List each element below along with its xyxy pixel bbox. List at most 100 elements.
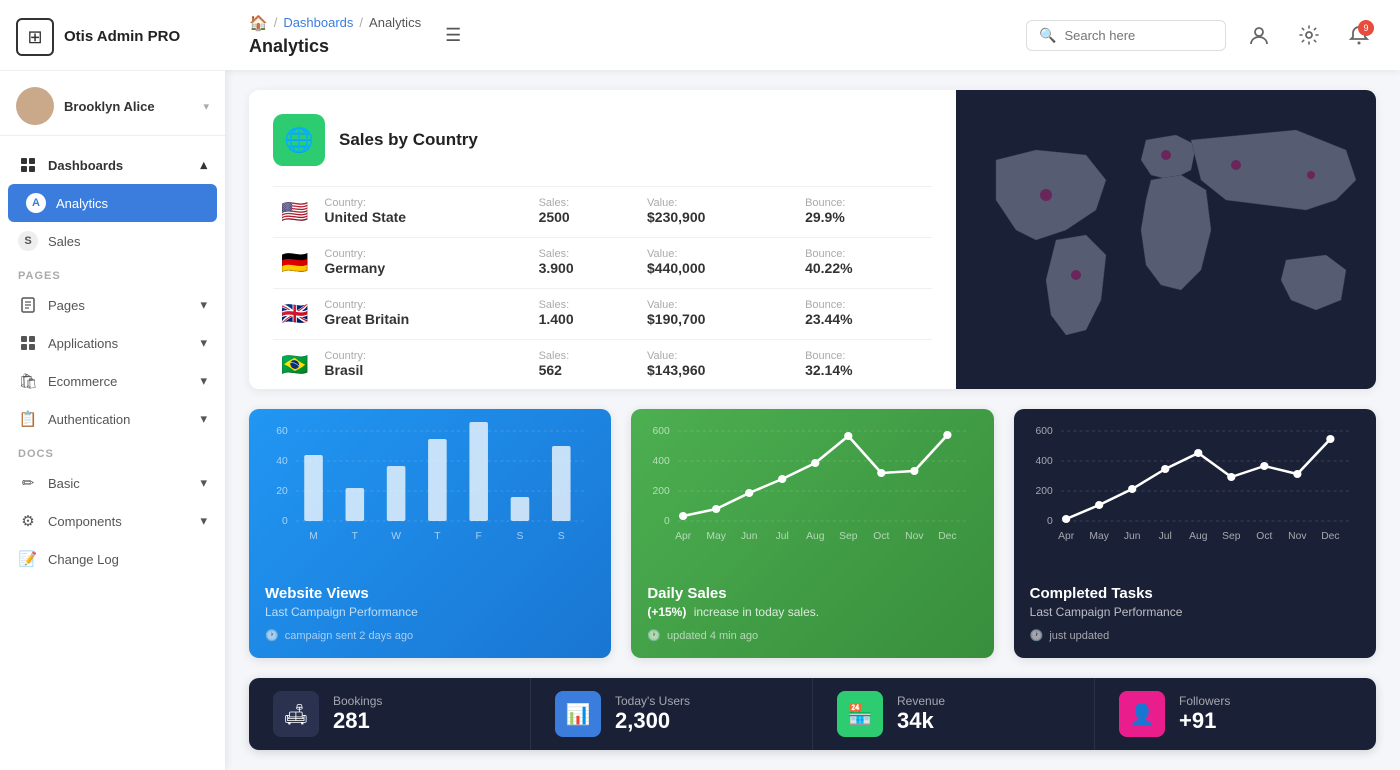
breadcrumb-sep1: / bbox=[274, 15, 278, 30]
sidebar-item-changelog[interactable]: 📝 Change Log bbox=[0, 540, 225, 578]
daily-sales-title: Daily Sales bbox=[647, 585, 977, 602]
website-views-meta: 🕐 campaign sent 2 days ago bbox=[265, 629, 595, 642]
today_users-stat-text: Today's Users 2,300 bbox=[615, 694, 690, 734]
sidebar-item-applications[interactable]: Applications ▾ bbox=[0, 324, 225, 362]
breadcrumb-dashboards[interactable]: Dashboards bbox=[283, 15, 353, 30]
svg-text:Jul: Jul bbox=[1158, 531, 1171, 542]
changelog-label: Change Log bbox=[48, 552, 207, 567]
revenue-stat-icon: 🏪 bbox=[837, 691, 883, 737]
user-account-icon[interactable] bbox=[1242, 18, 1276, 52]
sidebar-item-ecommerce[interactable]: 🛍 Ecommerce ▾ bbox=[0, 362, 225, 400]
completed-tasks-subtitle: Last Campaign Performance bbox=[1030, 605, 1360, 619]
sidebar-item-components[interactable]: ⚙ Components ▾ bbox=[0, 502, 225, 540]
applications-label: Applications bbox=[48, 336, 190, 351]
svg-text:May: May bbox=[707, 531, 727, 542]
sidebar-item-dashboards[interactable]: Dashboards ▴ bbox=[0, 146, 225, 184]
sidebar-item-pages[interactable]: Pages ▾ bbox=[0, 286, 225, 324]
svg-text:Nov: Nov bbox=[1288, 531, 1307, 542]
dashboards-icon bbox=[18, 155, 38, 175]
notification-badge: 9 bbox=[1358, 20, 1374, 36]
country-table-row: 🇺🇸 Country: United State Sales: 2500 Val… bbox=[273, 187, 932, 238]
svg-text:200: 200 bbox=[653, 486, 671, 497]
svg-text:Apr: Apr bbox=[675, 531, 692, 542]
bookings-stat-value: 281 bbox=[333, 708, 382, 734]
svg-text:S: S bbox=[558, 531, 565, 542]
svg-text:0: 0 bbox=[1047, 516, 1053, 527]
analytics-icon: A bbox=[26, 193, 46, 213]
svg-text:60: 60 bbox=[276, 426, 288, 437]
daily-sales-meta-text: updated 4 min ago bbox=[667, 630, 758, 642]
menu-icon[interactable]: ☰ bbox=[445, 25, 461, 46]
followers-stat-value: +91 bbox=[1179, 708, 1230, 734]
search-input[interactable] bbox=[1064, 28, 1204, 43]
components-icon: ⚙ bbox=[18, 511, 38, 531]
svg-text:400: 400 bbox=[1035, 456, 1053, 467]
stat-item-bookings: 🛋 Bookings 281 bbox=[249, 678, 531, 750]
svg-text:Jun: Jun bbox=[1124, 531, 1141, 542]
pages-icon bbox=[18, 295, 38, 315]
authentication-chevron-icon: ▾ bbox=[200, 411, 207, 427]
website-views-subtitle: Last Campaign Performance bbox=[265, 605, 595, 619]
settings-icon[interactable] bbox=[1292, 18, 1326, 52]
clock-icon-sales: 🕐 bbox=[647, 629, 661, 642]
daily-sales-info: Daily Sales (+15%) increase in today sal… bbox=[631, 569, 993, 658]
avatar bbox=[16, 87, 54, 125]
sidebar-nav: Dashboards ▴ A Analytics S Sales Pages P… bbox=[0, 136, 225, 770]
bookings-stat-label: Bookings bbox=[333, 694, 382, 708]
completed-tasks-chart: 600 400 200 0 Apr bbox=[1014, 409, 1376, 569]
daily-sales-highlight: (+15%) bbox=[647, 605, 686, 619]
svg-text:M: M bbox=[309, 531, 318, 542]
sidebar-user[interactable]: Brooklyn Alice ▾ bbox=[0, 71, 225, 136]
country-table-row: 🇩🇪 Country: Germany Sales: 3.900 Value: … bbox=[273, 238, 932, 289]
content-area: 🌐 Sales by Country 🇺🇸 Country: United St… bbox=[225, 70, 1400, 770]
world-map-svg bbox=[956, 100, 1376, 380]
pages-section-label: Pages bbox=[0, 260, 225, 286]
world-map-area bbox=[956, 90, 1376, 389]
basic-label: Basic bbox=[48, 476, 190, 491]
svg-text:Apr: Apr bbox=[1058, 531, 1075, 542]
website-views-info: Website Views Last Campaign Performance … bbox=[249, 569, 611, 658]
authentication-label: Authentication bbox=[48, 412, 190, 427]
sidebar-item-sales[interactable]: S Sales bbox=[0, 222, 225, 260]
website-views-title: Website Views bbox=[265, 585, 595, 602]
card-header: 🌐 Sales by Country bbox=[273, 114, 932, 166]
country-table: 🇺🇸 Country: United State Sales: 2500 Val… bbox=[273, 186, 932, 389]
authentication-icon: 📋 bbox=[18, 409, 38, 429]
daily-sales-card: 600 400 200 0 bbox=[631, 409, 993, 658]
search-box[interactable]: 🔍 bbox=[1026, 20, 1226, 51]
changelog-icon: 📝 bbox=[18, 549, 38, 569]
completed-tasks-meta-text: just updated bbox=[1049, 630, 1109, 642]
svg-text:600: 600 bbox=[1035, 426, 1053, 437]
breadcrumb: 🏠 / Dashboards / Analytics bbox=[249, 14, 421, 32]
svg-text:0: 0 bbox=[282, 516, 288, 527]
applications-icon bbox=[18, 333, 38, 353]
svg-text:400: 400 bbox=[653, 456, 671, 467]
notifications-button[interactable]: 9 bbox=[1342, 18, 1376, 52]
topbar: 🏠 / Dashboards / Analytics Analytics ☰ 🔍… bbox=[225, 0, 1400, 70]
today_users-stat-value: 2,300 bbox=[615, 708, 690, 734]
user-chevron-icon: ▾ bbox=[203, 100, 209, 113]
breadcrumb-current: Analytics bbox=[369, 15, 421, 30]
ecommerce-label: Ecommerce bbox=[48, 374, 190, 389]
today_users-stat-label: Today's Users bbox=[615, 694, 690, 708]
analytics-label: Analytics bbox=[56, 196, 199, 211]
website-views-meta-text: campaign sent 2 days ago bbox=[285, 630, 413, 642]
svg-text:Nov: Nov bbox=[906, 531, 925, 542]
svg-text:T: T bbox=[434, 531, 440, 542]
sidebar-item-basic[interactable]: ✏ Basic ▾ bbox=[0, 464, 225, 502]
bookings-stat-text: Bookings 281 bbox=[333, 694, 382, 734]
globe-icon: 🌐 bbox=[273, 114, 325, 166]
daily-sales-svg: 600 400 200 0 bbox=[647, 421, 977, 551]
completed-tasks-meta: 🕐 just updated bbox=[1030, 629, 1360, 642]
sidebar-item-analytics[interactable]: A Analytics bbox=[8, 184, 217, 222]
svg-text:T: T bbox=[352, 531, 358, 542]
svg-text:Sep: Sep bbox=[839, 531, 858, 542]
app-name: Otis Admin PRO bbox=[64, 28, 180, 46]
daily-sales-subtitle-text: increase in today sales. bbox=[694, 605, 819, 619]
basic-icon: ✏ bbox=[18, 473, 38, 493]
sidebar-item-authentication[interactable]: 📋 Authentication ▾ bbox=[0, 400, 225, 438]
breadcrumb-home-icon: 🏠 bbox=[249, 14, 268, 32]
page-title: Analytics bbox=[249, 36, 421, 57]
country-table-row: 🇬🇧 Country: Great Britain Sales: 1.400 V… bbox=[273, 289, 932, 340]
svg-text:May: May bbox=[1089, 531, 1109, 542]
